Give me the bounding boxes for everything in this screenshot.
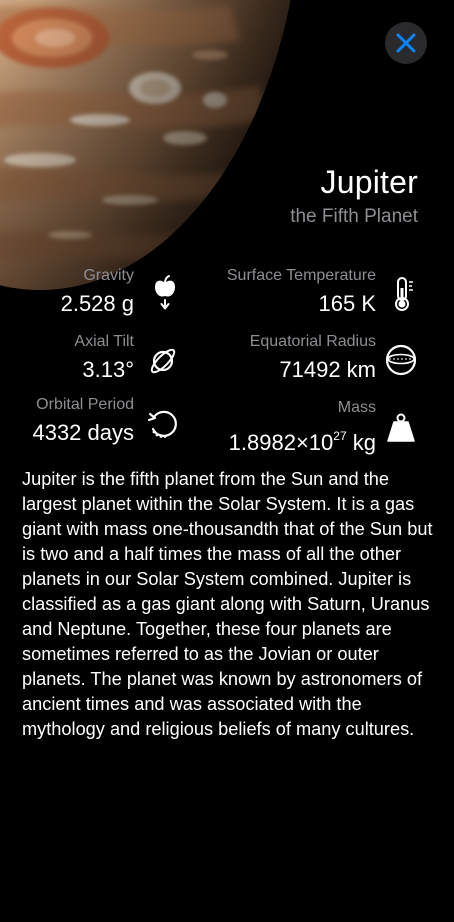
equatorial-radius-stat: Equatorial Radius 71492 km bbox=[250, 332, 376, 385]
axial-tilt-stat: Axial Tilt 3.13° bbox=[74, 332, 134, 385]
gravity-label: Gravity bbox=[83, 267, 134, 284]
close-button[interactable] bbox=[385, 22, 427, 64]
thermometer-icon bbox=[386, 274, 420, 314]
equatorial-radius-label: Equatorial Radius bbox=[249, 333, 376, 350]
mass-value-unit: kg bbox=[346, 430, 376, 455]
planet-subtitle: the Fifth Planet bbox=[290, 206, 418, 227]
mass-label: Mass bbox=[337, 399, 376, 416]
orbital-period-label: Orbital Period bbox=[36, 396, 134, 413]
planet-title: Jupiter bbox=[320, 164, 418, 200]
weight-icon bbox=[384, 408, 418, 448]
orbital-period-stat: Orbital Period 4332 days bbox=[32, 395, 134, 448]
orbital-period-value: 4332 days bbox=[32, 420, 134, 445]
surface-temperature-value: 165 K bbox=[318, 291, 377, 316]
axial-tilt-value: 3.13° bbox=[82, 357, 134, 382]
axial-tilt-label: Axial Tilt bbox=[74, 333, 134, 350]
equatorial-radius-value: 71492 km bbox=[279, 357, 376, 382]
apple-falling-icon bbox=[148, 273, 182, 313]
close-icon bbox=[396, 33, 416, 53]
mass-value-base: 1.8982×10 bbox=[228, 430, 334, 455]
sphere-equator-icon bbox=[384, 340, 418, 380]
mass-stat: Mass 1.8982×1027 kg bbox=[229, 398, 376, 458]
gravity-value: 2.528 g bbox=[60, 291, 134, 316]
mass-value: 1.8982×1027 kg bbox=[229, 421, 376, 458]
tilted-planet-icon bbox=[146, 341, 180, 381]
mass-value-exponent: 27 bbox=[333, 429, 347, 443]
surface-temperature-label: Surface Temperature bbox=[226, 267, 376, 284]
planet-description: Jupiter is the fifth planet from the Sun… bbox=[22, 469, 433, 739]
planet-header: Jupiter the Fifth Planet bbox=[290, 162, 418, 230]
gravity-stat: Gravity 2.528 g bbox=[61, 266, 134, 319]
surface-temperature-stat: Surface Temperature 165 K bbox=[227, 266, 376, 319]
orbit-arrow-icon bbox=[146, 404, 180, 444]
